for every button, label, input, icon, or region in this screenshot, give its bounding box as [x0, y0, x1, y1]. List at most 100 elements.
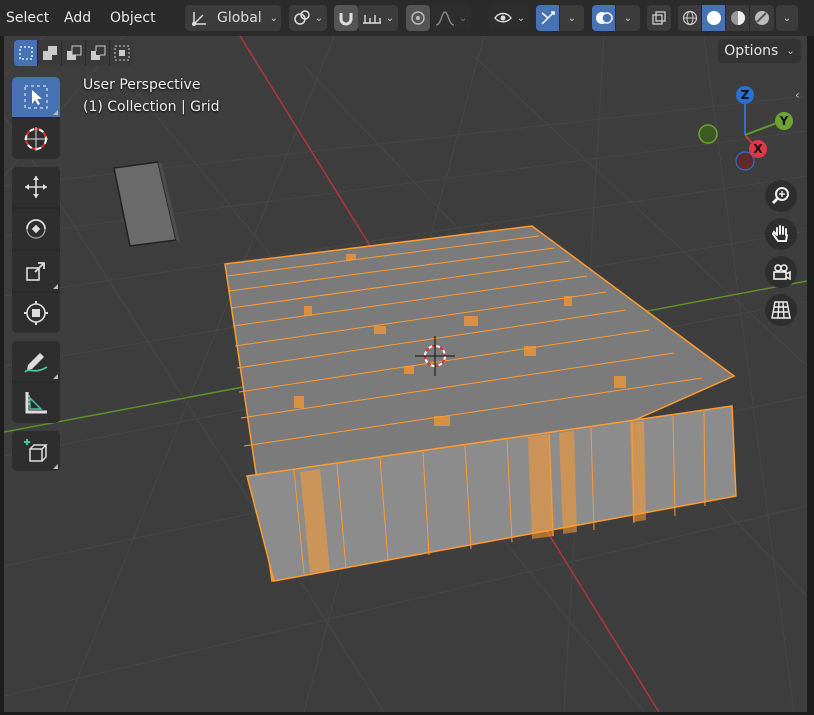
- select-mode-invert[interactable]: [86, 40, 110, 66]
- object-visibility-dropdown[interactable]: ⌄: [489, 5, 529, 31]
- viewport-scene: [4, 36, 807, 712]
- cursor-arrow-icon: [24, 85, 48, 109]
- chevron-down-icon: ⌄: [782, 12, 792, 24]
- add-cube-tool[interactable]: [12, 431, 60, 471]
- chevron-down-icon: ⌄: [623, 12, 633, 24]
- camera-icon: [773, 264, 791, 281]
- move-tool[interactable]: [12, 167, 60, 207]
- chevron-down-icon: ⌄: [314, 12, 324, 24]
- orientation-label: Global: [217, 10, 262, 26]
- chevron-down-icon: ⌄: [786, 45, 795, 57]
- snap-toggle[interactable]: [334, 5, 358, 31]
- add-menu[interactable]: Add: [58, 4, 97, 32]
- sidebar-toggle-arrow[interactable]: ‹: [795, 88, 807, 108]
- scale-tool[interactable]: [12, 251, 60, 291]
- collection-label: (1) Collection | Grid: [83, 99, 220, 115]
- tool-group-transform: [12, 167, 60, 333]
- eye-icon: [493, 12, 512, 23]
- object-menu[interactable]: Object: [104, 4, 162, 32]
- magnifier-icon: [771, 187, 789, 205]
- ortho-toggle-button[interactable]: [765, 294, 797, 326]
- overlays-dropdown[interactable]: ⌄: [616, 5, 640, 31]
- transform-icon: [24, 301, 48, 325]
- rotate-tool[interactable]: [12, 209, 60, 249]
- xray-toggle[interactable]: [647, 5, 671, 31]
- select-invert-icon: [90, 45, 105, 60]
- options-dropdown[interactable]: Options ⌄: [718, 39, 801, 63]
- solid-sphere-icon: [706, 11, 721, 25]
- hand-icon: [771, 225, 788, 242]
- snap-target-dropdown[interactable]: ⌄: [358, 5, 398, 31]
- grid-object: [224, 225, 737, 583]
- pivot-point-dropdown[interactable]: ⌄: [289, 5, 327, 31]
- tool-options-corner: [53, 284, 58, 289]
- shading-rendered[interactable]: [750, 5, 774, 31]
- select-mode-new[interactable]: [14, 40, 38, 66]
- falloff-dropdown[interactable]: ⌄: [431, 5, 471, 31]
- proportional-edit-icon: [411, 11, 425, 25]
- shading-wireframe[interactable]: [678, 5, 702, 31]
- chevron-down-icon: ⌄: [567, 12, 577, 24]
- tool-group-annotate: [12, 341, 60, 423]
- tool-options-corner: [53, 464, 58, 469]
- magnet-icon: [339, 13, 353, 26]
- overlays-toggle[interactable]: [592, 5, 615, 31]
- select-menu[interactable]: Select: [0, 4, 55, 32]
- tool-options-corner: [53, 374, 58, 379]
- orientation-icon: [192, 12, 206, 26]
- scale-icon: [26, 262, 45, 281]
- proportional-edit-toggle[interactable]: [406, 5, 430, 31]
- material-sphere-icon: [730, 11, 745, 25]
- camera-view-button[interactable]: [765, 256, 797, 288]
- gizmo-dropdown[interactable]: ⌄: [560, 5, 584, 31]
- viewport-header: Select Add Object Global ⌄ ⌄ ⌄ ⌄ ⌄ ⌄ ⌄ ⌄: [0, 0, 814, 36]
- gizmo-x-label: X: [753, 142, 763, 156]
- wireframe-sphere-icon: [682, 10, 697, 26]
- rendered-sphere-icon: [755, 11, 769, 25]
- select-box-tool[interactable]: [12, 77, 60, 117]
- annotate-tool[interactable]: [12, 341, 60, 381]
- pencil-icon: [24, 353, 48, 373]
- window-border: [807, 36, 814, 715]
- pivot-icon: [294, 10, 310, 25]
- tool-group-add: [12, 431, 60, 471]
- select-extend-icon: [42, 46, 57, 60]
- navigation-gizmo[interactable]: Z Y X: [696, 81, 796, 181]
- grid-perspective-icon: [771, 301, 791, 319]
- move-arrows-icon: [25, 176, 47, 198]
- transform-orientation-dropdown[interactable]: Global ⌄: [185, 5, 281, 31]
- 3d-viewport[interactable]: Options ⌄ ‹ User Perspective (1) Collect…: [4, 36, 807, 712]
- add-cube-icon: [24, 439, 48, 462]
- shading-mode-group: [678, 5, 774, 31]
- gizmo-neg-y[interactable]: [698, 124, 718, 144]
- view-name-label: User Perspective: [83, 77, 201, 93]
- selection-mode-group: [14, 40, 134, 66]
- select-mode-extend[interactable]: [38, 40, 62, 66]
- zoom-button[interactable]: [765, 180, 797, 212]
- select-mode-subtract[interactable]: [62, 40, 86, 66]
- options-label: Options: [724, 43, 779, 59]
- tool-shelf: [12, 77, 60, 479]
- xray-icon: [652, 11, 666, 25]
- overlays-icon: [595, 12, 613, 24]
- gizmo-icon: [540, 11, 555, 25]
- ruler-icon: [25, 392, 47, 414]
- select-mode-intersect[interactable]: [110, 40, 134, 66]
- gizmo-y-label: Y: [779, 114, 789, 128]
- chevron-down-icon: ⌄: [385, 12, 395, 24]
- pan-button[interactable]: [765, 218, 797, 250]
- cursor-tool[interactable]: [12, 119, 60, 159]
- shading-material[interactable]: [726, 5, 750, 31]
- gizmo-toggle[interactable]: [536, 5, 559, 31]
- tool-group-select: [12, 77, 60, 159]
- chevron-down-icon: ⌄: [516, 12, 526, 24]
- tool-options-corner: [53, 110, 58, 115]
- shading-solid[interactable]: [702, 5, 726, 31]
- measure-tool[interactable]: [12, 383, 60, 423]
- transform-tool[interactable]: [12, 293, 60, 333]
- snap-increment-icon: [362, 15, 381, 24]
- rotate-icon: [26, 219, 46, 239]
- select-subtract-icon: [66, 45, 81, 60]
- falloff-curve-icon: [435, 11, 455, 26]
- shading-options-dropdown[interactable]: ⌄: [776, 5, 798, 31]
